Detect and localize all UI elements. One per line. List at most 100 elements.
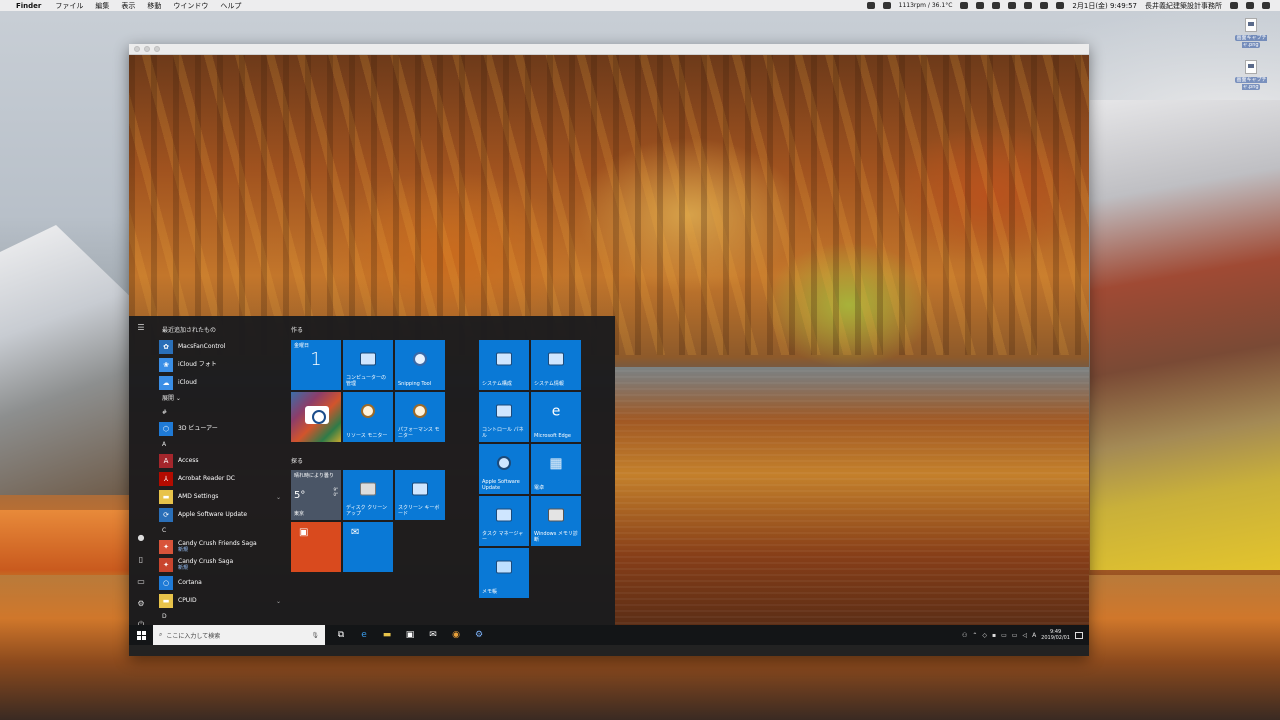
documents-icon[interactable]: ▯ bbox=[129, 548, 153, 570]
tile-onscreen-keyboard[interactable]: スクリーン キーボード bbox=[395, 470, 445, 520]
menubar-user[interactable]: 長井義紀建築設計事務所 bbox=[1145, 1, 1222, 11]
settings-icon[interactable]: ⚙ bbox=[129, 592, 153, 614]
tile-label: コントロール パネル bbox=[482, 427, 524, 439]
section-letter[interactable]: A bbox=[159, 438, 281, 452]
menu-edit[interactable]: 編集 bbox=[95, 1, 109, 11]
search-icon: ⌕ bbox=[159, 631, 163, 638]
tile-snipping-tool[interactable]: Snipping Tool bbox=[395, 340, 445, 390]
menu-help[interactable]: ヘルプ bbox=[220, 1, 241, 11]
minimize-button[interactable] bbox=[144, 46, 150, 52]
tile-notepad[interactable]: メモ帳 bbox=[479, 548, 529, 598]
tile-performance-monitor[interactable]: パフォーマンス モニター bbox=[395, 392, 445, 442]
input-source-icon[interactable] bbox=[1056, 2, 1065, 9]
menubar-datetime[interactable]: 2月1日(金) 9:49:57 bbox=[1072, 1, 1137, 11]
windows-desktop[interactable]: ☰ ● ▯ ▭ ⚙ ⏻ 最近追加されたもの ✿ MacsFanControl ❀… bbox=[129, 55, 1089, 636]
desktop-file[interactable]: 画面キャプチャ.png bbox=[1231, 60, 1271, 90]
tile-disk-cleanup[interactable]: ディスク クリーンアップ bbox=[343, 470, 393, 520]
section-letter[interactable]: D bbox=[159, 610, 281, 624]
cpu-icon[interactable] bbox=[960, 2, 969, 9]
file-explorer-icon[interactable]: ▬ bbox=[379, 625, 395, 645]
settings-app-icon[interactable]: ⚙ bbox=[471, 625, 487, 645]
desktop-file[interactable]: 画面キャプチャ.png bbox=[1231, 18, 1271, 48]
close-button[interactable] bbox=[134, 46, 140, 52]
network-icon[interactable]: ▭ bbox=[1012, 632, 1018, 639]
fan-stats[interactable]: 1113rpm / 36.1°C bbox=[899, 2, 953, 9]
tile-system-configuration[interactable]: システム構成 bbox=[479, 340, 529, 390]
defender-icon[interactable]: ◇ bbox=[982, 632, 987, 639]
bluetooth-icon[interactable] bbox=[1008, 2, 1017, 9]
list-item[interactable]: ○ Cortana bbox=[159, 574, 281, 592]
tile-task-manager[interactable]: タスク マネージャー bbox=[479, 496, 529, 546]
tile-office[interactable]: ▣ bbox=[291, 522, 341, 572]
list-item[interactable]: A Access bbox=[159, 452, 281, 470]
section-letter[interactable]: # bbox=[159, 406, 281, 420]
vm-window[interactable]: ☰ ● ▯ ▭ ⚙ ⏻ 最近追加されたもの ✿ MacsFanControl ❀… bbox=[129, 44, 1089, 656]
edge-icon[interactable]: e bbox=[356, 625, 372, 645]
taskbar-apps: ⧉ e ▬ ▣ ✉ ◉ ⚙ bbox=[333, 625, 487, 645]
ime-indicator[interactable]: A bbox=[1032, 632, 1036, 639]
wifi-icon[interactable] bbox=[1024, 2, 1033, 9]
hamburger-icon[interactable]: ☰ bbox=[129, 316, 153, 338]
tile-photos[interactable] bbox=[291, 392, 341, 442]
tile-computer-management[interactable]: コンピューターの管理 bbox=[343, 340, 393, 390]
tile-control-panel[interactable]: コントロール パネル bbox=[479, 392, 529, 442]
siri-icon[interactable] bbox=[1246, 2, 1254, 9]
list-item[interactable]: ✦ Candy Crush Saga 新規 bbox=[159, 556, 281, 574]
clock[interactable]: 9:49 2019/02/01 bbox=[1041, 629, 1070, 641]
tile-group-create[interactable]: 作る bbox=[291, 325, 303, 334]
tile-microsoft-edge[interactable]: e Microsoft Edge bbox=[531, 392, 581, 442]
weather-condition: 晴れ時により曇り bbox=[294, 473, 334, 479]
performance-monitor-icon bbox=[413, 404, 427, 418]
list-item[interactable]: ⬡ 3D ビューアー bbox=[159, 420, 281, 438]
app-label: Acrobat Reader DC bbox=[178, 474, 235, 482]
time-machine-icon[interactable] bbox=[992, 2, 1001, 9]
list-item[interactable]: ❀ iCloud フォト bbox=[159, 356, 281, 374]
mail-icon[interactable]: ✉ bbox=[425, 625, 441, 645]
store-icon[interactable]: ▣ bbox=[402, 625, 418, 645]
vm-status-icon[interactable] bbox=[866, 2, 875, 9]
menu-go[interactable]: 移動 bbox=[147, 1, 161, 11]
list-item[interactable]: ▬ AMD Settings ⌄ bbox=[159, 488, 281, 506]
tile-system-information[interactable]: システム情報 bbox=[531, 340, 581, 390]
task-view-icon[interactable]: ⧉ bbox=[333, 625, 349, 645]
section-letter[interactable]: C bbox=[159, 524, 281, 538]
list-item[interactable]: ☁ iCloud bbox=[159, 374, 281, 392]
expand-toggle[interactable]: 展開 ⌄ bbox=[159, 392, 281, 406]
creative-cloud-icon[interactable] bbox=[976, 2, 985, 9]
start-button[interactable] bbox=[129, 625, 153, 645]
tile-calendar[interactable]: 金曜日 1 bbox=[291, 340, 341, 390]
list-item[interactable]: ✿ MacsFanControl bbox=[159, 338, 281, 356]
tile-group-explore[interactable]: 探る bbox=[291, 456, 303, 465]
menu-view[interactable]: 表示 bbox=[121, 1, 135, 11]
zoom-button[interactable] bbox=[154, 46, 160, 52]
tile-mail[interactable]: ✉ bbox=[343, 522, 393, 572]
vm-titlebar[interactable] bbox=[129, 44, 1089, 55]
vm-tools-icon[interactable]: ▪ bbox=[992, 632, 996, 639]
fan-icon[interactable] bbox=[882, 2, 891, 9]
list-item[interactable]: ✦ Candy Crush Friends Saga 新規 bbox=[159, 538, 281, 556]
display-icon[interactable]: ▭ bbox=[1001, 632, 1007, 639]
finder-menu[interactable]: Finder bbox=[16, 2, 41, 10]
chrome-icon[interactable]: ◉ bbox=[448, 625, 464, 645]
list-item[interactable]: ▬ CPUID ⌄ bbox=[159, 592, 281, 610]
tile-resource-monitor[interactable]: リソース モニター bbox=[343, 392, 393, 442]
search-box[interactable]: ⌕ ここに入力して検索 🎙 bbox=[153, 625, 325, 645]
list-item[interactable]: ⟳ Apple Software Update bbox=[159, 506, 281, 524]
tile-apple-software-update[interactable]: Apple Software Update bbox=[479, 444, 529, 494]
list-icon[interactable] bbox=[1262, 2, 1270, 9]
tile-memory-diagnostic[interactable]: Windows メモリ診断 bbox=[531, 496, 581, 546]
volume-icon[interactable]: ◁ bbox=[1022, 632, 1027, 639]
menu-file[interactable]: ファイル bbox=[55, 1, 83, 11]
pictures-icon[interactable]: ▭ bbox=[129, 570, 153, 592]
tile-calculator[interactable]: ▦ 電卓 bbox=[531, 444, 581, 494]
menu-window[interactable]: ウインドウ bbox=[173, 1, 208, 11]
volume-icon[interactable] bbox=[1040, 2, 1049, 9]
chevron-up-icon[interactable]: ⌃ bbox=[972, 632, 977, 639]
action-center-icon[interactable] bbox=[1075, 631, 1083, 639]
people-icon[interactable]: ⚇ bbox=[962, 632, 967, 639]
tile-weather[interactable]: 晴れ時により曇り 5° 9° 0° 東京 bbox=[291, 470, 341, 520]
search-icon[interactable] bbox=[1230, 2, 1238, 9]
microphone-icon[interactable]: 🎙 bbox=[311, 632, 319, 639]
list-item[interactable]: ⅄ Acrobat Reader DC bbox=[159, 470, 281, 488]
user-avatar-icon[interactable]: ● bbox=[129, 526, 153, 548]
